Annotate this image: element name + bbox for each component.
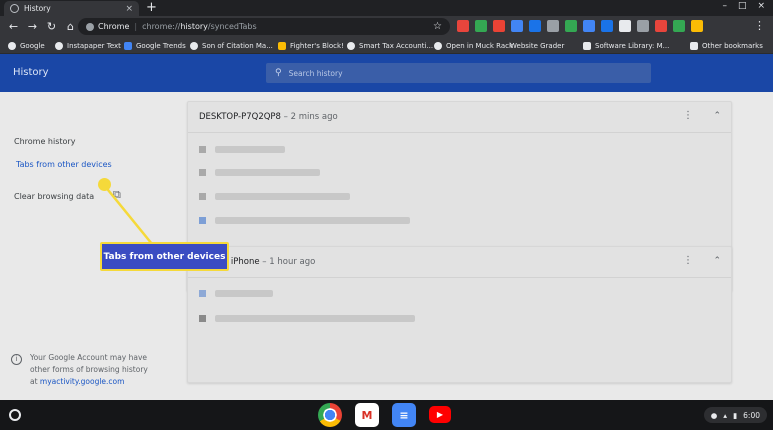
tab-strip: History × + – □ ×	[0, 0, 773, 16]
bookmark-fighters-block[interactable]: Fighter's Block!	[278, 39, 344, 52]
back-button[interactable]: ←	[4, 20, 23, 33]
url-prefix: chrome://	[142, 22, 181, 31]
tab-title: History	[24, 4, 51, 13]
app-dock: M ≡ ▶	[318, 403, 451, 427]
callout-text: Tabs from other devices	[102, 244, 227, 269]
extensions-bar	[457, 20, 703, 32]
folder-icon	[583, 41, 591, 50]
history-page: History ⚲ Search history Chrome history …	[0, 54, 773, 400]
new-tab-button[interactable]: +	[146, 1, 157, 15]
clock: 6:00	[743, 410, 760, 420]
callout-line	[103, 184, 153, 245]
chrome-icon	[86, 22, 94, 31]
bookmark-muck-rack[interactable]: Open in Muck Rack	[434, 39, 513, 52]
extension-icon[interactable]	[529, 20, 541, 32]
bookmark-google[interactable]: Google	[8, 39, 45, 52]
bookmark-google-trends[interactable]: Google Trends	[124, 39, 186, 52]
extension-icon[interactable]	[547, 20, 559, 32]
toolbar: ← → ↻ ⌂ Chrome | chrome:// history /sync…	[0, 16, 773, 37]
address-bar[interactable]: Chrome | chrome:// history /syncedTabs ☆	[78, 18, 450, 35]
reload-button[interactable]: ↻	[42, 20, 61, 33]
chrome-menu-button[interactable]: ⋮	[754, 19, 765, 32]
google-icon	[8, 41, 16, 50]
extension-icon[interactable]	[457, 20, 469, 32]
battery-icon: ▮	[733, 410, 738, 420]
bookmarks-bar: Google Instapaper Text Google Trends Son…	[0, 37, 773, 54]
chrome-app-icon[interactable]	[318, 403, 342, 427]
youtube-app-icon[interactable]: ▶	[429, 406, 451, 423]
gmail-app-icon[interactable]: M	[355, 403, 379, 427]
extension-icon[interactable]	[637, 20, 649, 32]
globe-icon	[434, 41, 442, 50]
globe-icon	[347, 41, 355, 50]
extension-icon[interactable]	[655, 20, 667, 32]
bookmark-icon	[278, 41, 286, 50]
callout-box: Tabs from other devices	[100, 242, 229, 271]
url-path: /syncedTabs	[207, 22, 257, 31]
status-tray[interactable]: ● ▴ ▮ 6:00	[703, 407, 767, 423]
bookmark-instapaper[interactable]: Instapaper Text	[55, 39, 121, 52]
globe-icon	[55, 41, 63, 50]
extension-icon[interactable]	[691, 20, 703, 32]
bookmark-star-icon[interactable]: ☆	[433, 21, 442, 32]
extension-icon[interactable]	[583, 20, 595, 32]
maximize-button[interactable]: □	[738, 1, 747, 11]
callout-connector	[103, 184, 153, 245]
extension-icon[interactable]	[565, 20, 577, 32]
extension-icon[interactable]	[493, 20, 505, 32]
extension-icon[interactable]	[619, 20, 631, 32]
extension-icon[interactable]	[511, 20, 523, 32]
trends-icon	[124, 41, 132, 50]
tab-close-icon[interactable]: ×	[125, 4, 133, 14]
window-controls: – □ ×	[722, 1, 765, 11]
folder-icon	[690, 41, 698, 50]
bookmark-citation[interactable]: Son of Citation Ma...	[190, 39, 273, 52]
omnibox-separator: |	[134, 22, 138, 31]
extension-icon[interactable]	[673, 20, 685, 32]
launcher-icon[interactable]	[9, 409, 21, 421]
bookmark-smart-tax[interactable]: Smart Tax Accounti...	[347, 39, 433, 52]
history-icon	[10, 4, 19, 13]
callout-dot	[98, 178, 111, 191]
os-shelf: M ≡ ▶ ● ▴ ▮ 6:00	[0, 400, 773, 430]
notification-icon: ●	[710, 410, 718, 420]
bookmark-website-grader[interactable]: Website Grader	[510, 39, 564, 52]
close-window-button[interactable]: ×	[757, 1, 765, 11]
wifi-icon: ▴	[723, 410, 728, 420]
extension-icon[interactable]	[475, 20, 487, 32]
tab-history[interactable]: History ×	[4, 1, 139, 16]
docs-app-icon[interactable]: ≡	[392, 403, 416, 427]
omnibox-label: Chrome	[98, 22, 130, 31]
minimize-button[interactable]: –	[722, 1, 727, 11]
bookmark-software-library[interactable]: Software Library: M...	[583, 39, 669, 52]
globe-icon	[190, 41, 198, 50]
forward-button[interactable]: →	[23, 20, 42, 33]
url-host: history	[180, 22, 208, 31]
bookmark-other[interactable]: Other bookmarks	[690, 39, 763, 52]
extension-icon[interactable]	[601, 20, 613, 32]
